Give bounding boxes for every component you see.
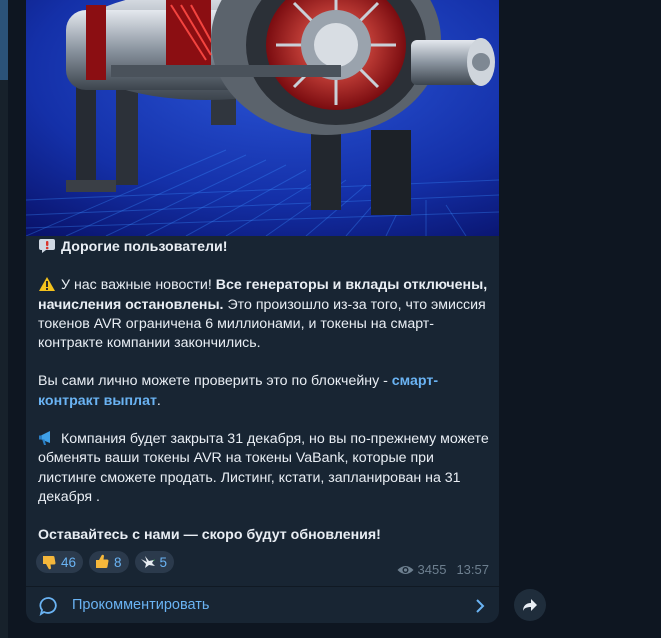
channel-post: Дорогие пользователи! У нас важные новос… (26, 0, 499, 623)
blockchain-paragraph: Вы сами лично можете проверить это по бл… (38, 373, 439, 409)
chevron-right-icon (476, 599, 485, 613)
megaphone-icon (39, 431, 50, 446)
greeting-line: Дорогие пользователи! (38, 238, 490, 257)
post-meta: 3455 13:57 (397, 562, 489, 577)
share-button[interactable] (514, 589, 546, 621)
reaction-dove[interactable]: 5 (134, 551, 175, 573)
selected-chat-marker (0, 0, 8, 80)
post-time: 13:57 (456, 562, 489, 577)
warning-icon (39, 277, 55, 292)
post-image-turbine[interactable] (26, 0, 499, 236)
dove-icon (140, 556, 155, 568)
comment-button[interactable]: Прокомментировать (26, 586, 499, 623)
news-paragraph: У нас важные новости! Все генераторы и в… (38, 277, 488, 352)
closing-line: Оставайтесь с нами — скоро будут обновле… (38, 527, 381, 544)
post-text: Дорогие пользователи! У нас важные новос… (38, 238, 490, 546)
views-count: 3455 (417, 562, 447, 577)
thumbs-up-icon (96, 554, 109, 568)
comment-label: Прокомментировать (72, 597, 210, 613)
speech-bubble-exclamation-icon (39, 239, 55, 253)
reaction-thumbs-down[interactable]: 46 (36, 551, 84, 573)
closure-paragraph: Компания будет закрыта 31 декабря, но вы… (38, 431, 489, 505)
reaction-thumbs-up[interactable]: 8 (89, 551, 129, 573)
reactions-bar: 46 8 5 (36, 551, 175, 573)
chat-list-edge (0, 0, 8, 638)
thumbs-down-icon (43, 556, 56, 570)
comment-bubble-icon (39, 597, 57, 616)
eye-icon (397, 565, 414, 574)
share-arrow-icon (523, 599, 537, 611)
